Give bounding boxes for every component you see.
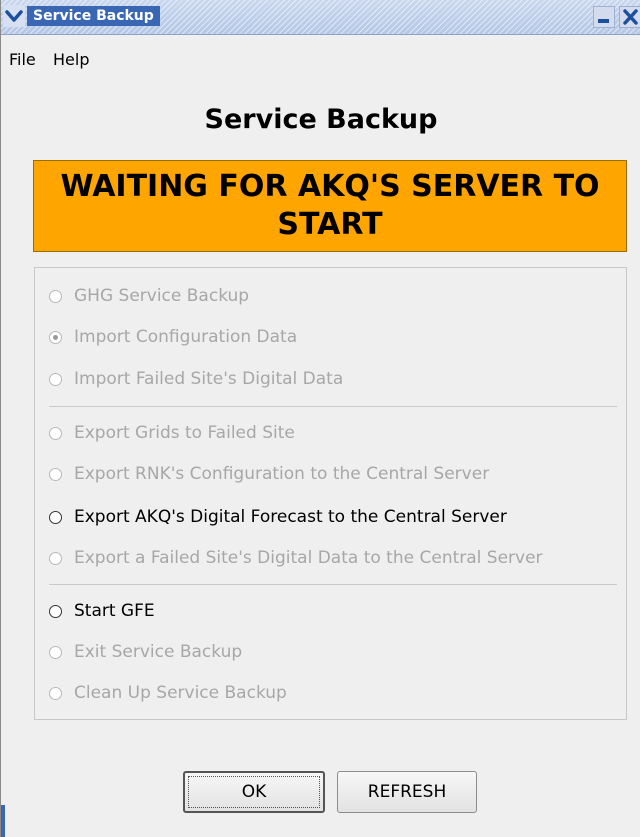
option-label: Import Failed Site's Digital Data	[74, 369, 344, 389]
option-label: Export AKQ's Digital Forecast to the Cen…	[74, 507, 507, 527]
ok-button[interactable]: OK	[183, 771, 325, 813]
status-banner-text: WAITING FOR AKQ'S SERVER TO START	[60, 169, 600, 242]
option-start-gfe[interactable]: Start GFE	[49, 599, 155, 623]
option-export-failed-site-data[interactable]: Export a Failed Site's Digital Data to t…	[49, 546, 543, 570]
option-label: GHG Service Backup	[74, 286, 250, 306]
menu-help[interactable]: Help	[53, 50, 89, 70]
option-label: Export Grids to Failed Site	[74, 423, 295, 443]
title-bar[interactable]: Service Backup	[1, 0, 640, 35]
radio-button[interactable]	[49, 604, 62, 618]
options-panel: GHG Service Backup Import Configuration …	[34, 267, 627, 720]
window-title: Service Backup	[27, 6, 160, 26]
radio-button[interactable]	[49, 426, 62, 440]
option-label: Export RNK's Configuration to the Centra…	[74, 464, 490, 484]
minimize-icon	[598, 19, 609, 23]
window-edge-accent	[1, 805, 5, 837]
option-import-failed-site-data[interactable]: Import Failed Site's Digital Data	[49, 367, 343, 391]
option-label: Exit Service Backup	[74, 642, 243, 662]
option-label: Clean Up Service Backup	[74, 683, 287, 703]
radio-button[interactable]	[49, 330, 62, 344]
option-import-configuration-data[interactable]: Import Configuration Data	[49, 325, 297, 349]
divider	[49, 584, 617, 585]
close-button[interactable]	[619, 6, 640, 28]
option-export-akq-forecast[interactable]: Export AKQ's Digital Forecast to the Cen…	[49, 505, 507, 529]
option-label: Start GFE	[74, 601, 155, 621]
chevron-down-icon[interactable]	[3, 5, 25, 27]
status-banner: WAITING FOR AKQ'S SERVER TO START	[33, 160, 627, 252]
radio-button[interactable]	[49, 289, 62, 303]
service-backup-window: Service Backup File Help Service Backup …	[0, 0, 640, 837]
radio-button[interactable]	[49, 686, 62, 700]
page-title: Service Backup	[204, 104, 438, 135]
option-label: Export a Failed Site's Digital Data to t…	[74, 548, 543, 568]
radio-button[interactable]	[49, 551, 62, 565]
menu-file[interactable]: File	[9, 50, 36, 70]
option-ghg-service-backup[interactable]: GHG Service Backup	[49, 284, 249, 308]
divider	[49, 406, 617, 407]
minimize-button[interactable]	[593, 6, 615, 28]
refresh-button-label: REFRESH	[367, 782, 447, 802]
option-exit-service-backup[interactable]: Exit Service Backup	[49, 640, 242, 664]
menu-bar: File Help	[1, 44, 640, 74]
radio-button[interactable]	[49, 510, 62, 524]
focus-ring	[188, 776, 320, 808]
option-export-grids[interactable]: Export Grids to Failed Site	[49, 421, 295, 445]
option-export-rnk-configuration[interactable]: Export RNK's Configuration to the Centra…	[49, 462, 489, 486]
option-label: Import Configuration Data	[74, 327, 298, 347]
radio-button[interactable]	[49, 645, 62, 659]
close-icon	[623, 9, 638, 25]
refresh-button[interactable]: REFRESH	[337, 771, 477, 813]
radio-button[interactable]	[49, 467, 62, 481]
option-clean-up-service-backup[interactable]: Clean Up Service Backup	[49, 681, 287, 705]
radio-button[interactable]	[49, 372, 62, 386]
